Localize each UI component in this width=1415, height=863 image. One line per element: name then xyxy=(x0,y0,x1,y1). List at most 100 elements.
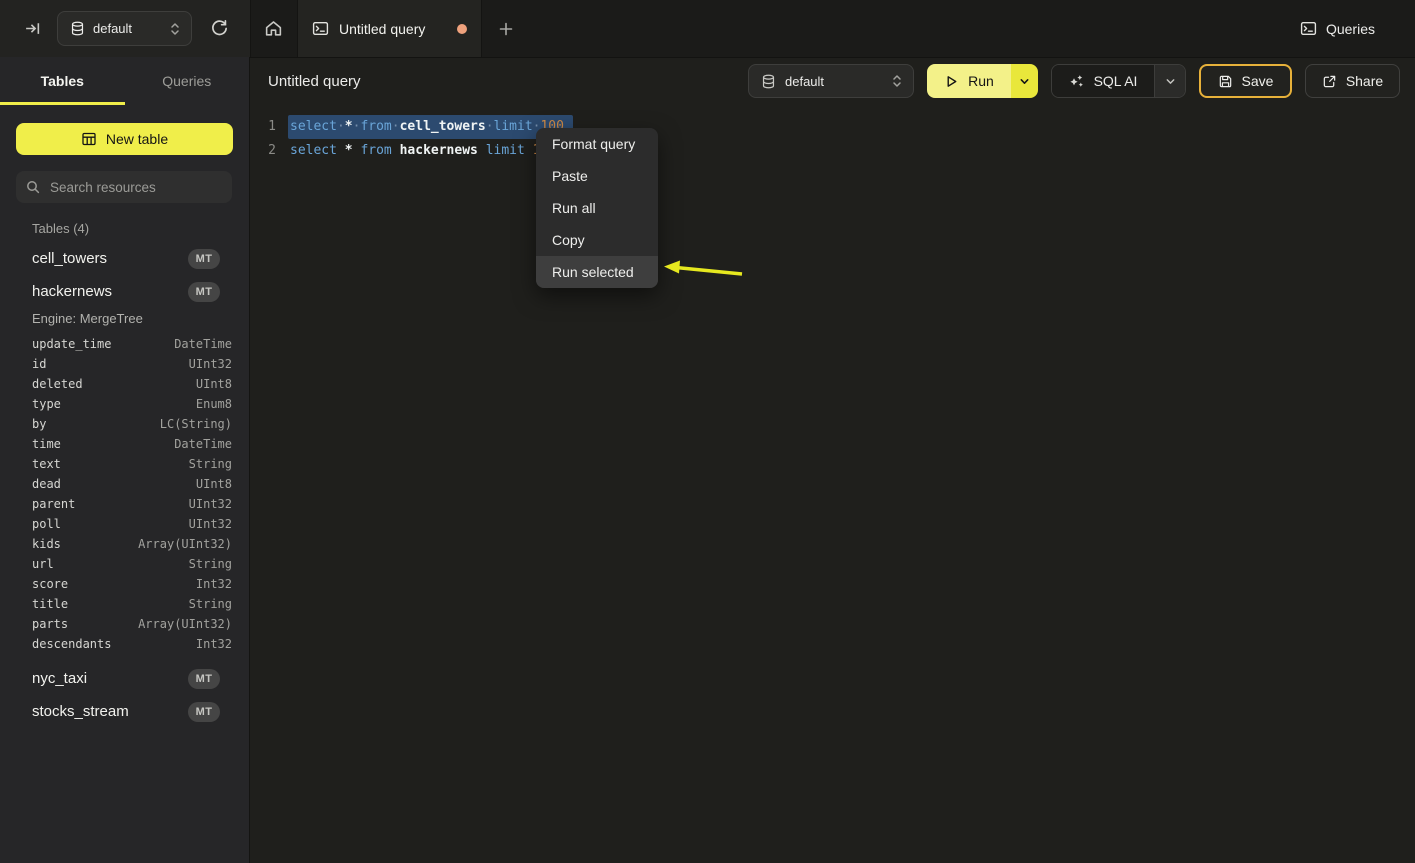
line-text: select * from hackernews limit 100 xyxy=(290,139,556,163)
context-menu-item-paste[interactable]: Paste xyxy=(536,160,658,192)
editor-toolbar-actions: default Run xyxy=(748,64,1400,98)
query-console-window: default xyxy=(0,0,1415,863)
column-name: id xyxy=(32,354,46,374)
share-icon xyxy=(1322,74,1337,89)
table-column-row: type Enum8 xyxy=(32,394,232,414)
search-resources-input[interactable] xyxy=(48,179,229,196)
code-line[interactable]: 1 select·*·from·cell_towers·limit·100 xyxy=(250,115,1415,139)
tab-untitled-query[interactable]: Untitled query xyxy=(297,0,482,57)
table-column-row: time DateTime xyxy=(32,434,232,454)
database-selector-top[interactable]: default xyxy=(57,11,192,46)
table-column-row: dead UInt8 xyxy=(32,474,232,494)
column-type: UInt32 xyxy=(189,514,232,534)
table-column-row: title String xyxy=(32,594,232,614)
table-column-row: deleted UInt8 xyxy=(32,374,232,394)
table-column-row: descendants Int32 xyxy=(32,634,232,654)
table-column-row: text String xyxy=(32,454,232,474)
sidebar-tabs: TablesQueries xyxy=(0,57,249,105)
context-menu-item-run-all[interactable]: Run all xyxy=(536,192,658,224)
collapse-sidebar-button[interactable] xyxy=(20,17,44,41)
run-button[interactable]: Run xyxy=(927,64,1011,98)
refresh-icon xyxy=(210,19,229,38)
table-name: stocks_stream xyxy=(32,703,129,720)
queries-button-top[interactable]: Queries xyxy=(1300,0,1375,57)
column-name: score xyxy=(32,574,68,594)
search-resources-box[interactable] xyxy=(16,171,232,203)
table-row-hackernews[interactable]: hackernews MT xyxy=(0,275,249,308)
column-name: url xyxy=(32,554,54,574)
refresh-button[interactable] xyxy=(206,16,232,42)
engine-badge: MT xyxy=(188,669,220,689)
queries-button-label: Queries xyxy=(1326,21,1375,37)
table-icon xyxy=(81,131,97,147)
play-icon xyxy=(944,74,959,89)
plus-icon xyxy=(498,21,514,37)
column-type: DateTime xyxy=(174,334,232,354)
unsaved-changes-dot xyxy=(457,24,467,34)
table-column-row: by LC(String) xyxy=(32,414,232,434)
sql-editor[interactable]: 1 select·*·from·cell_towers·limit·100 2 … xyxy=(250,106,1415,863)
code-line[interactable]: 2 select * from hackernews limit 100 xyxy=(250,139,1415,163)
table-engine-label: Engine: MergeTree xyxy=(0,308,249,330)
new-tab-button[interactable] xyxy=(489,0,523,57)
sql-ai-split-button: SQL AI xyxy=(1051,64,1186,98)
table-column-row: url String xyxy=(32,554,232,574)
column-type: String xyxy=(189,454,232,474)
share-button[interactable]: Share xyxy=(1305,64,1400,98)
table-row-stocks_stream[interactable]: stocks_stream MT xyxy=(0,695,249,728)
table-columns-list: update_time DateTime id UInt32 deleted U… xyxy=(0,330,249,662)
sql-ai-label: SQL AI xyxy=(1094,73,1138,89)
column-name: parts xyxy=(32,614,68,634)
table-row-nyc_taxi[interactable]: nyc_taxi MT xyxy=(0,662,249,695)
run-button-label: Run xyxy=(968,73,994,89)
editor-context-menu: Format query Paste Run all Copy Run sele… xyxy=(536,128,658,288)
collapse-right-icon xyxy=(24,20,41,37)
run-split-button: Run xyxy=(927,64,1038,98)
context-menu-item-run-selected[interactable]: Run selected xyxy=(536,256,658,288)
table-name: hackernews xyxy=(32,283,112,300)
sidebar-tab-tables[interactable]: Tables xyxy=(0,57,125,105)
save-button[interactable]: Save xyxy=(1199,64,1292,98)
table-name: nyc_taxi xyxy=(32,670,87,687)
column-type: String xyxy=(189,594,232,614)
sql-ai-caret[interactable] xyxy=(1154,65,1185,97)
sql-ai-button[interactable]: SQL AI xyxy=(1052,65,1154,97)
top-bar: default xyxy=(0,0,1415,58)
home-button[interactable] xyxy=(250,0,297,57)
table-row-cell_towers[interactable]: cell_towers MT xyxy=(0,242,249,275)
column-name: by xyxy=(32,414,46,434)
sidebar-tab-queries[interactable]: Queries xyxy=(125,57,250,105)
home-icon xyxy=(264,19,283,38)
new-table-label: New table xyxy=(106,131,168,147)
context-menu-item-format-query[interactable]: Format query xyxy=(536,128,658,160)
column-type: DateTime xyxy=(174,434,232,454)
terminal-icon xyxy=(1300,20,1317,37)
database-selector-value: default xyxy=(93,21,161,36)
table-column-row: parts Array(UInt32) xyxy=(32,614,232,634)
new-table-button[interactable]: New table xyxy=(16,123,233,155)
run-options-caret[interactable] xyxy=(1011,64,1038,98)
column-name: dead xyxy=(32,474,61,494)
line-number: 2 xyxy=(250,139,276,163)
editor-title: Untitled query xyxy=(268,57,361,106)
context-menu-item-copy[interactable]: Copy xyxy=(536,224,658,256)
database-icon xyxy=(761,74,776,89)
database-icon xyxy=(70,21,85,36)
column-type: Array(UInt32) xyxy=(138,614,232,634)
search-icon xyxy=(26,180,40,194)
column-name: text xyxy=(32,454,61,474)
column-type: UInt8 xyxy=(196,474,232,494)
table-column-row: kids Array(UInt32) xyxy=(32,534,232,554)
table-column-row: parent UInt32 xyxy=(32,494,232,514)
table-column-row: poll UInt32 xyxy=(32,514,232,534)
table-column-row: id UInt32 xyxy=(32,354,232,374)
column-type: UInt32 xyxy=(189,354,232,374)
column-type: String xyxy=(189,554,232,574)
column-name: parent xyxy=(32,494,75,514)
chevron-down-icon xyxy=(1165,76,1176,87)
ai-sparkle-icon xyxy=(1069,73,1085,89)
column-type: Int32 xyxy=(196,574,232,594)
top-bar-left: default xyxy=(0,0,251,57)
database-selector-toolbar[interactable]: default xyxy=(748,64,914,98)
engine-badge: MT xyxy=(188,702,220,722)
